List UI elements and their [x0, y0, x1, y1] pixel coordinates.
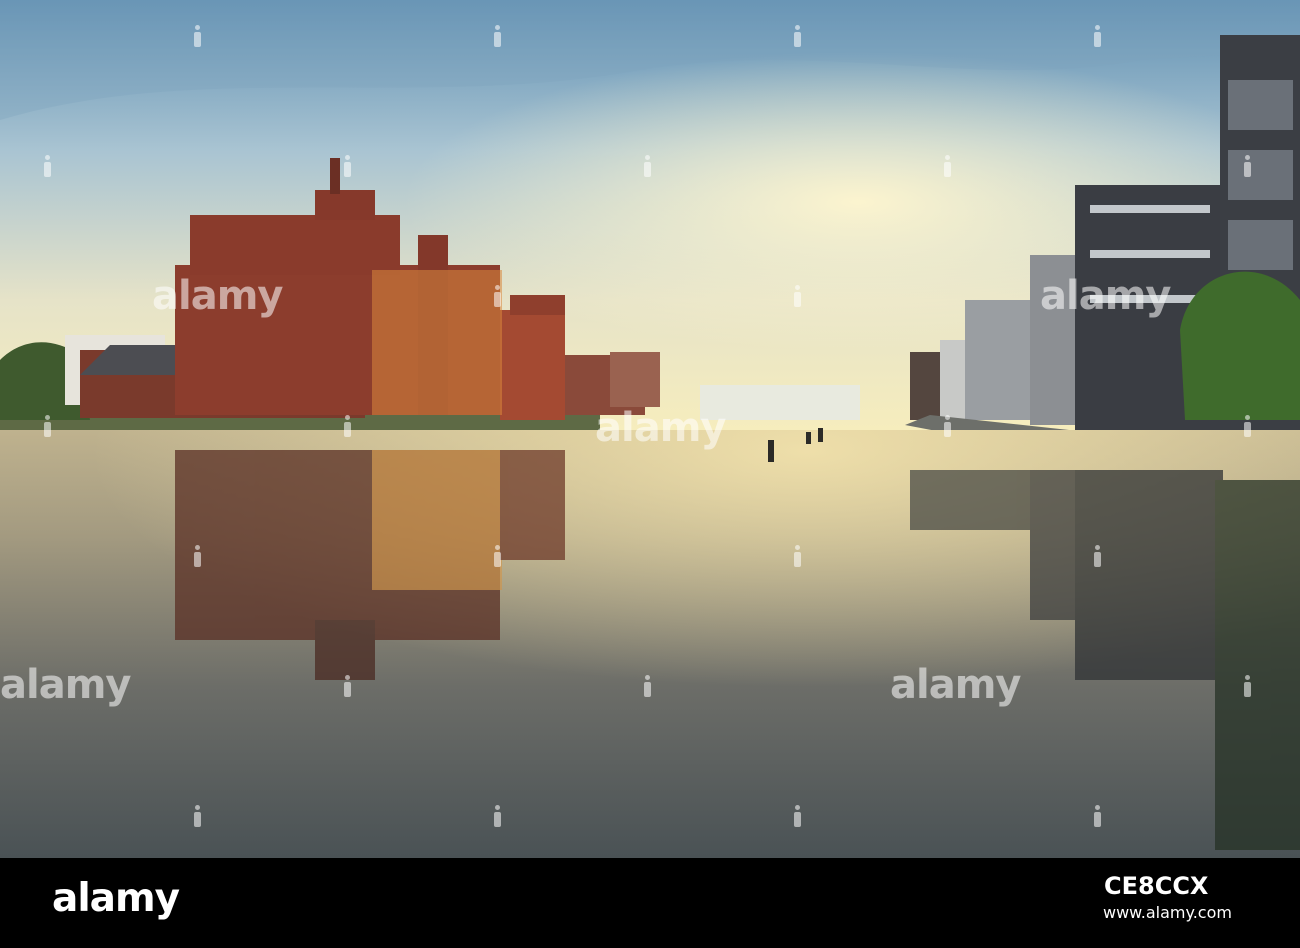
alamy-i-icon: [192, 805, 203, 827]
alamy-i-icon: [792, 25, 803, 47]
alamy-i-icon: [1092, 545, 1103, 567]
alamy-i-icon: [1092, 805, 1103, 827]
alamy-i-icon: [192, 545, 203, 567]
alamy-i-icon: [942, 415, 953, 437]
alamy-i-icon: [792, 545, 803, 567]
alamy-i-icon: [492, 545, 503, 567]
alamy-i-icon: [342, 415, 353, 437]
watermark-left: alamy: [152, 273, 283, 319]
alamy-i-icon: [342, 675, 353, 697]
alamy-i-icon: [642, 675, 653, 697]
alamy-i-icon: [192, 25, 203, 47]
watermark-center: alamy: [595, 405, 726, 451]
alamy-i-icon: [1242, 155, 1253, 177]
watermark-bottom-right: alamy: [890, 662, 1021, 708]
alamy-i-icon: [492, 805, 503, 827]
watermark-right: alamy: [1040, 273, 1171, 319]
alamy-i-icon: [1242, 415, 1253, 437]
alamy-i-icon: [1092, 25, 1103, 47]
alamy-i-icon: [642, 155, 653, 177]
image-id: CE8CCX: [1104, 872, 1209, 900]
alamy-i-icon: [492, 285, 503, 307]
photo-frame: alamy alamy alamy alamy alamy alamy CE8C…: [0, 0, 1300, 948]
alamy-i-icon: [42, 155, 53, 177]
alamy-i-icon: [342, 155, 353, 177]
site-url: www.alamy.com: [1103, 903, 1232, 922]
alamy-i-icon: [942, 155, 953, 177]
alamy-i-icon: [792, 285, 803, 307]
watermark-bottom-left: alamy: [0, 662, 131, 708]
alamy-i-icon: [792, 805, 803, 827]
alamy-logo: alamy: [52, 876, 180, 921]
alamy-i-icon: [1242, 675, 1253, 697]
alamy-i-icon: [492, 25, 503, 47]
alamy-i-icon: [42, 415, 53, 437]
